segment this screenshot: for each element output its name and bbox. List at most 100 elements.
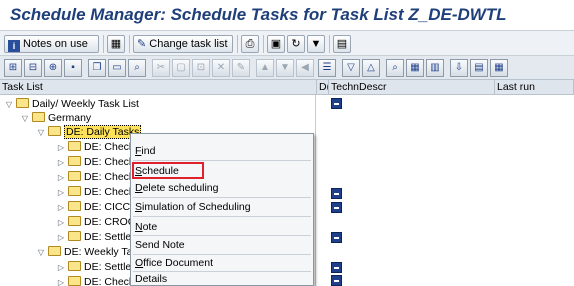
change-task-list-label: Change task list — [149, 38, 228, 50]
paste-icon[interactable]: ▢ — [172, 59, 190, 77]
cut-icon[interactable]: ✂ — [152, 59, 170, 77]
column-header-d[interactable]: D( — [317, 80, 329, 95]
chevron-down-icon[interactable]: ▽ — [20, 112, 30, 126]
sort-up-icon[interactable]: △ — [362, 59, 380, 77]
tree-node-daily-item[interactable]: ▷ DE: Check l — [56, 185, 139, 199]
menu-item-note[interactable]: Note — [135, 220, 157, 234]
refresh-icon[interactable]: ↻ — [287, 35, 305, 53]
insert-icon[interactable]: ⊡ — [192, 59, 210, 77]
pencil-icon: ✎ — [137, 38, 150, 50]
window-icon[interactable]: ▭ — [108, 59, 126, 77]
save-icon[interactable]: ▪ — [64, 59, 82, 77]
schedule-highlight-box — [132, 162, 204, 179]
page-title: Schedule Manager: Schedule Tasks for Tas… — [0, 0, 574, 30]
toolbar-separator — [329, 35, 330, 53]
toolbar-separator — [263, 35, 264, 53]
scheduled-task-icon — [331, 98, 342, 109]
application-toolbar: i Notes on use ▦ ✎ Change task list ⎙ ▣ ↻… — [0, 30, 574, 56]
chevron-right-icon[interactable]: ▷ — [56, 231, 66, 245]
menu-item-delete-mnemonic: D — [135, 182, 143, 194]
menu-item-details[interactable]: Details — [135, 272, 167, 286]
change-task-list-button[interactable]: ✎ Change task list — [133, 35, 233, 53]
details-icon[interactable]: ☰ — [318, 59, 336, 77]
tree-node-root[interactable]: ▽ Daily/ Weekly Task List — [4, 97, 139, 111]
column-icon[interactable]: ▥ — [426, 59, 444, 77]
delete-icon[interactable]: ✕ — [212, 59, 230, 77]
document-icon[interactable]: ▤ — [333, 35, 351, 53]
search-icon[interactable]: ⌕ — [128, 59, 146, 77]
layout-icon[interactable]: ▦ — [406, 59, 424, 77]
tree-toolbar: ⊞ ⊟ ⊕ ▪ ❐ ▭ ⌕ ✂ ▢ ⊡ ✕ ✎ ▲ ▼ ◀ ☰ ▽ △ ⌕ ▦ … — [0, 56, 574, 80]
tree-node-daily-item[interactable]: ▷ DE: Settlem — [56, 230, 140, 244]
copy-icon[interactable]: ❐ — [88, 59, 106, 77]
menu-item-note-label: ote — [142, 221, 158, 233]
edit-icon[interactable]: ✎ — [232, 59, 250, 77]
menu-item-simulation[interactable]: Simulation of Scheduling — [135, 200, 251, 214]
find-icon[interactable]: ⌕ — [386, 59, 404, 77]
tree-node-country[interactable]: ▽ Germany — [20, 111, 91, 125]
filter-icon[interactable]: ▼ — [307, 35, 325, 53]
menu-item-simulation-mnemonic: S — [135, 201, 143, 213]
move-left-icon[interactable]: ◀ — [296, 59, 314, 77]
chevron-right-icon[interactable]: ▷ — [56, 186, 66, 200]
folder-icon — [48, 246, 61, 256]
chevron-right-icon[interactable]: ▷ — [56, 156, 66, 170]
tree-node-daily[interactable]: ▽ DE: Daily Tasks — [36, 125, 142, 140]
menu-item-office-mnemonic: O — [135, 257, 144, 269]
print-icon[interactable]: ⎙ — [241, 35, 259, 53]
folder-icon — [68, 186, 81, 196]
collapse-icon[interactable]: ⊟ — [24, 59, 42, 77]
chevron-right-icon[interactable]: ▷ — [56, 276, 66, 286]
tree-node-daily-item[interactable]: ▷ DE: CICC In — [56, 200, 142, 214]
column-header-last-run[interactable]: Last run — [495, 80, 574, 95]
notes-on-use-button[interactable]: i Notes on use — [4, 35, 99, 53]
menu-item-send-note[interactable]: Send Note — [135, 238, 185, 252]
context-menu: Find Schedule Delete scheduling Simulati… — [130, 133, 314, 286]
menu-item-office-document[interactable]: Office Document — [135, 256, 213, 270]
menu-item-send-note-label: Send Note — [135, 239, 185, 251]
tree-node-label: DE: Weekly Tas — [64, 246, 138, 258]
scheduled-task-icon — [331, 232, 342, 243]
details-pane — [317, 95, 574, 286]
tree-node-weekly[interactable]: ▽ DE: Weekly Tas — [36, 245, 138, 259]
expand-all-icon[interactable]: ⊞ — [4, 59, 22, 77]
chevron-right-icon[interactable]: ▷ — [56, 141, 66, 155]
chart-icon[interactable]: ▤ — [470, 59, 488, 77]
execute-icon[interactable]: ⊕ — [44, 59, 62, 77]
folder-icon — [48, 126, 61, 136]
sort-down-icon[interactable]: ▽ — [342, 59, 360, 77]
chevron-right-icon[interactable]: ▷ — [56, 201, 66, 215]
monitor-icon[interactable]: ▣ — [267, 35, 285, 53]
chevron-right-icon[interactable]: ▷ — [56, 261, 66, 275]
menu-item-delete-label: elete scheduling — [142, 182, 219, 194]
chevron-right-icon[interactable]: ▷ — [56, 216, 66, 230]
menu-item-details-label: Details — [135, 273, 168, 285]
column-header-task-list[interactable]: Task List — [0, 80, 317, 95]
menu-item-note-mnemonic: N — [135, 221, 143, 233]
folder-icon — [68, 171, 81, 181]
export-icon[interactable]: ⇩ — [450, 59, 468, 77]
toolbar-separator — [103, 35, 104, 53]
menu-item-find[interactable]: Find — [135, 144, 155, 158]
folder-icon — [68, 276, 81, 286]
menu-item-office-label: ffice Document — [143, 257, 214, 269]
chevron-down-icon[interactable]: ▽ — [36, 246, 46, 260]
toolbar-separator — [129, 35, 130, 53]
folder-icon — [68, 141, 81, 151]
move-up-icon[interactable]: ▲ — [256, 59, 274, 77]
chevron-down-icon[interactable]: ▽ — [36, 126, 46, 140]
menu-divider — [133, 216, 311, 217]
tree-node-weekly-item[interactable]: ▷ DE: Settlem — [56, 260, 140, 274]
toolbar-separator — [237, 35, 238, 53]
column-header-techn-descr[interactable]: TechnDescr — [329, 80, 495, 95]
table-icon[interactable]: ▦ — [490, 59, 508, 77]
move-down-icon[interactable]: ▼ — [276, 59, 294, 77]
grid-icon[interactable]: ▦ — [107, 35, 125, 53]
chevron-down-icon[interactable]: ▽ — [4, 98, 14, 112]
notes-on-use-label: Notes on use — [23, 38, 88, 50]
menu-divider — [133, 235, 311, 236]
menu-item-delete-scheduling[interactable]: Delete scheduling — [135, 181, 218, 195]
menu-divider — [133, 197, 311, 198]
scheduled-task-icon — [331, 188, 342, 199]
chevron-right-icon[interactable]: ▷ — [56, 171, 66, 185]
